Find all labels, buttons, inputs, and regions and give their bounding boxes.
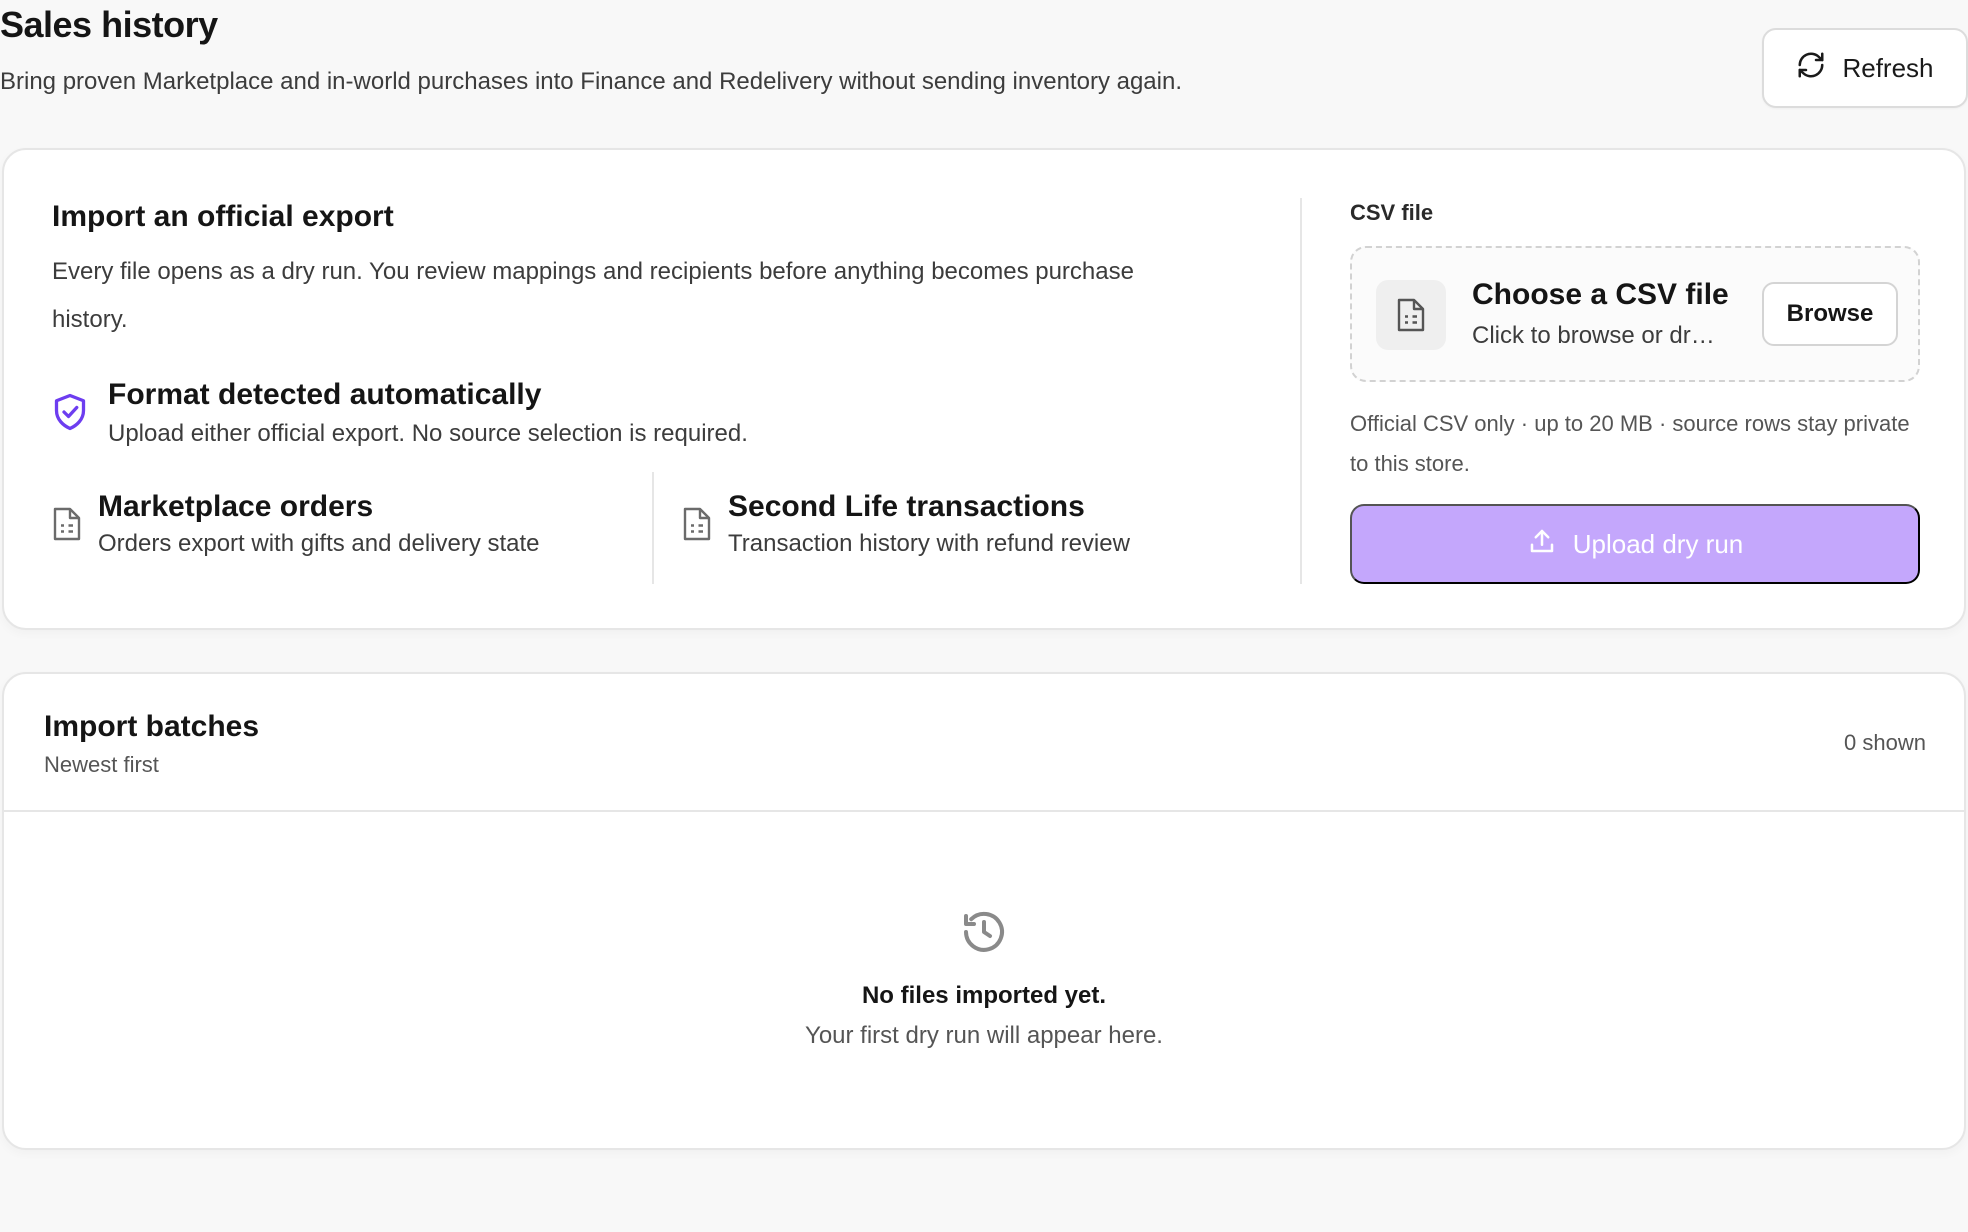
dropzone-subtitle: Click to browse or drag a file here	[1472, 322, 1722, 349]
refresh-icon	[1796, 50, 1826, 87]
csv-hint: Official CSV only · up to 20 MB · source…	[1350, 411, 1910, 476]
import-batches-card: Import batches Newest first 0 shown No f…	[2, 672, 1966, 1150]
source-title: Second Life transactions	[728, 490, 1085, 523]
source-subtitle: Orders export with gifts and delivery st…	[98, 530, 540, 557]
format-subtitle: Upload either official export. No source…	[108, 420, 748, 447]
dropzone-title: Choose a CSV file	[1472, 278, 1729, 311]
empty-state-subtitle: Your first dry run will appear here.	[805, 1022, 1163, 1049]
page-subtitle: Bring proven Marketplace and in-world pu…	[0, 68, 1182, 95]
import-title: Import an official export	[52, 200, 394, 233]
format-detected-row: Format detected automatically Upload eit…	[52, 378, 748, 448]
history-icon	[960, 908, 1008, 956]
source-subtitle: Transaction history with refund review	[728, 530, 1130, 557]
page: Sales history Bring proven Marketplace a…	[0, 0, 1968, 1232]
source-title: Marketplace orders	[98, 490, 374, 523]
csv-dropzone[interactable]: Choose a CSV file Click to browse or dra…	[1350, 246, 1920, 382]
file-spreadsheet-icon	[682, 490, 712, 558]
upload-icon	[1527, 526, 1557, 563]
source-divider	[652, 472, 654, 584]
import-card: Import an official export Every file ope…	[2, 148, 1966, 630]
batches-subtitle: Newest first	[44, 752, 159, 777]
page-title: Sales history	[0, 4, 218, 45]
refresh-label: Refresh	[1842, 52, 1934, 83]
upload-label: Upload dry run	[1572, 528, 1744, 559]
source-marketplace-orders: Marketplace orders Orders export with gi…	[52, 490, 540, 558]
upload-dry-run-button[interactable]: Upload dry run	[1350, 504, 1920, 584]
refresh-button[interactable]: Refresh	[1762, 28, 1968, 108]
shield-check-icon	[52, 378, 88, 448]
batches-divider	[4, 810, 1964, 812]
source-second-life-transactions: Second Life transactions Transaction his…	[682, 490, 1130, 558]
page-header: Sales history Bring proven Marketplace a…	[0, 0, 1968, 120]
batches-title: Import batches	[44, 710, 260, 743]
column-divider	[1300, 198, 1302, 584]
import-description: Every file opens as a dry run. You revie…	[52, 258, 1134, 333]
file-spreadsheet-icon	[1376, 280, 1446, 350]
csv-file-label: CSV file	[1350, 200, 1434, 225]
file-spreadsheet-icon	[52, 490, 82, 558]
browse-button[interactable]: Browse	[1762, 282, 1898, 346]
empty-state-title: No files imported yet.	[861, 982, 1107, 1009]
format-title: Format detected automatically	[108, 378, 542, 411]
batches-count: 0 shown	[1844, 730, 1926, 755]
